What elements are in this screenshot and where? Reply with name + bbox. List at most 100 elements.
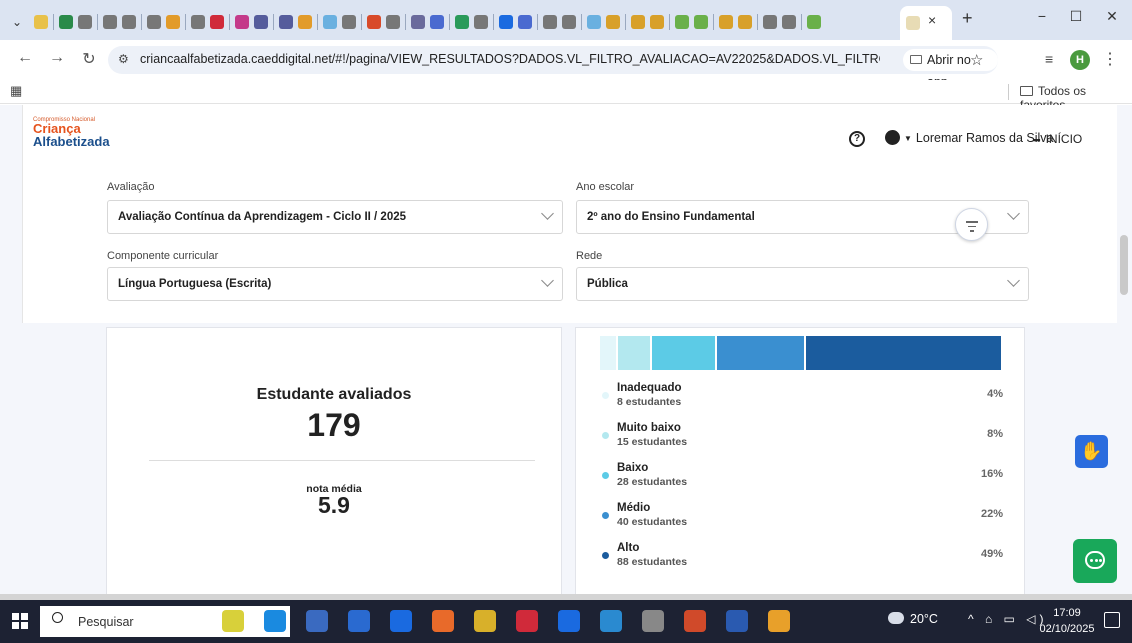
new-tab-button[interactable]: + bbox=[962, 8, 973, 29]
media-controls-icon[interactable]: ≡ bbox=[1045, 51, 1053, 67]
notifications-icon[interactable] bbox=[1104, 612, 1120, 628]
pinned-tab-favicon-icon[interactable] bbox=[543, 15, 557, 29]
sign-language-icon[interactable]: ✋ bbox=[1075, 435, 1108, 468]
pinned-tab-favicon-icon[interactable] bbox=[738, 15, 752, 29]
tab-separator bbox=[713, 14, 714, 30]
site-settings-icon[interactable]: ⚙ bbox=[118, 52, 129, 66]
maximize-button[interactable]: ☐ bbox=[1064, 8, 1088, 25]
home-link[interactable]: ▪▪▪ INÍCIO bbox=[1033, 132, 1082, 146]
taskbar-app-icon[interactable] bbox=[516, 610, 538, 632]
bookmark-star-icon[interactable]: ☆ bbox=[970, 51, 983, 69]
pinned-tab-favicon-icon[interactable] bbox=[650, 15, 664, 29]
level-count: 28 estudantes bbox=[617, 476, 688, 488]
pinned-tab-favicon-icon[interactable] bbox=[166, 15, 180, 29]
pinned-tab-favicon-icon[interactable] bbox=[430, 15, 444, 29]
profile-avatar[interactable]: H bbox=[1070, 50, 1090, 70]
pinned-tab-favicon-icon[interactable] bbox=[631, 15, 645, 29]
chevron-down-icon bbox=[541, 207, 554, 220]
taskbar-app-icon[interactable] bbox=[684, 610, 706, 632]
pinned-tab-favicon-icon[interactable] bbox=[518, 15, 532, 29]
pinned-tab-favicon-icon[interactable] bbox=[606, 15, 620, 29]
pinned-tab-favicon-icon[interactable] bbox=[411, 15, 425, 29]
pinned-tab-favicon-icon[interactable] bbox=[455, 15, 469, 29]
windows-start-icon[interactable] bbox=[12, 613, 28, 629]
pinned-tab-favicon-icon[interactable] bbox=[499, 15, 513, 29]
user-menu[interactable]: ▼ Loremar Ramos da Silva bbox=[885, 130, 1053, 145]
pinned-tab-favicon-icon[interactable] bbox=[78, 15, 92, 29]
distribution-segment[interactable] bbox=[600, 336, 616, 370]
pinned-tab-favicon-icon[interactable] bbox=[210, 15, 224, 29]
app-header: Compromisso Nacional Criança Alfabetizad… bbox=[22, 105, 1117, 173]
forward-arrow-icon[interactable]: → bbox=[46, 49, 68, 67]
page-scrollbar[interactable] bbox=[1120, 235, 1128, 295]
level-name: Muito baixo bbox=[617, 422, 681, 434]
rede-select[interactable]: Pública bbox=[576, 267, 1029, 301]
tab-search-chevron-icon[interactable]: ⌄ bbox=[6, 11, 28, 33]
taskbar-app-icon[interactable] bbox=[306, 610, 328, 632]
pinned-tab-favicon-icon[interactable] bbox=[474, 15, 488, 29]
clock[interactable]: 17:09 02/10/2025 bbox=[1038, 605, 1096, 637]
pinned-tab-favicon-icon[interactable] bbox=[367, 15, 381, 29]
evaluated-label: Estudante avaliados bbox=[256, 386, 412, 403]
chat-bubble-icon[interactable] bbox=[1073, 539, 1117, 583]
pinned-tab-favicon-icon[interactable] bbox=[782, 15, 796, 29]
pinned-tab-favicon-icon[interactable] bbox=[694, 15, 708, 29]
taskbar-app-icon[interactable] bbox=[768, 610, 790, 632]
pinned-tab-favicon-icon[interactable] bbox=[298, 15, 312, 29]
open-in-app-button[interactable]: Abrir no app bbox=[903, 49, 998, 89]
avaliacao-value: Avaliação Contínua da Aprendizagem - Cic… bbox=[118, 211, 406, 223]
url-text[interactable]: criancaalfabetizada.caeddigital.net/#!/p… bbox=[140, 52, 880, 66]
pinned-tab-favicon-icon[interactable] bbox=[254, 15, 268, 29]
pinned-tab-favicon-icon[interactable] bbox=[59, 15, 73, 29]
taskbar-app-icon[interactable] bbox=[432, 610, 454, 632]
taskbar-app-icon[interactable] bbox=[390, 610, 412, 632]
pinned-tab-favicon-icon[interactable] bbox=[147, 15, 161, 29]
distribution-segment[interactable] bbox=[806, 336, 1001, 370]
system-tray-icons[interactable]: ^ ⌂ ▭ ◁) bbox=[968, 612, 1047, 626]
pinned-tab-favicon-icon[interactable] bbox=[807, 15, 821, 29]
distribution-segment[interactable] bbox=[717, 336, 805, 370]
pinned-tab-favicon-icon[interactable] bbox=[279, 15, 293, 29]
pinned-tab-favicon-icon[interactable] bbox=[34, 15, 48, 29]
filter-icon[interactable] bbox=[955, 208, 988, 241]
logo[interactable]: Compromisso Nacional Criança Alfabetizad… bbox=[33, 117, 110, 148]
pinned-tab-favicon-icon[interactable] bbox=[323, 15, 337, 29]
pinned-tab-favicon-icon[interactable] bbox=[342, 15, 356, 29]
distribution-segment[interactable] bbox=[617, 336, 650, 370]
address-bar[interactable]: ⚙ criancaalfabetizada.caeddigital.net/#!… bbox=[108, 46, 998, 89]
pinned-tab-favicon-icon[interactable] bbox=[235, 15, 249, 29]
taskbar-app-icon[interactable] bbox=[264, 610, 286, 632]
browser-menu-icon[interactable]: ⋮ bbox=[1102, 49, 1118, 69]
close-tab-icon[interactable]: × bbox=[928, 12, 936, 28]
taskbar-search-input[interactable]: Pesquisar bbox=[40, 606, 290, 637]
taskbar-app-icon[interactable] bbox=[222, 610, 244, 632]
taskbar-app-icon[interactable] bbox=[474, 610, 496, 632]
componente-select[interactable]: Língua Portuguesa (Escrita) bbox=[107, 267, 563, 301]
pinned-tab-favicon-icon[interactable] bbox=[122, 15, 136, 29]
pinned-tab-favicon-icon[interactable] bbox=[386, 15, 400, 29]
taskbar-app-icon[interactable] bbox=[348, 610, 370, 632]
pinned-tab-favicon-icon[interactable] bbox=[562, 15, 576, 29]
question-circle-icon[interactable]: ? bbox=[849, 131, 865, 147]
taskbar-app-icon[interactable] bbox=[558, 610, 580, 632]
level-percent: 22% bbox=[980, 508, 1003, 520]
taskbar-app-icon[interactable] bbox=[726, 610, 748, 632]
taskbar-app-icon[interactable] bbox=[642, 610, 664, 632]
pinned-tab-favicon-icon[interactable] bbox=[587, 15, 601, 29]
reload-icon[interactable]: ↻ bbox=[78, 49, 100, 69]
taskbar-app-icon[interactable] bbox=[600, 610, 622, 632]
minimize-button[interactable]: − bbox=[1030, 8, 1054, 24]
distribution-segment[interactable] bbox=[651, 336, 716, 370]
pinned-tab-favicon-icon[interactable] bbox=[103, 15, 117, 29]
pinned-tab-favicon-icon[interactable] bbox=[719, 15, 733, 29]
apps-grid-icon[interactable]: ▦ bbox=[10, 83, 22, 99]
pinned-tab-favicon-icon[interactable] bbox=[763, 15, 777, 29]
evaluated-summary-card: Estudante avaliados 179 nota média 5.9 bbox=[106, 327, 562, 600]
weather-widget[interactable]: 20°C bbox=[888, 612, 938, 626]
active-tab[interactable]: × bbox=[900, 6, 952, 40]
back-arrow-icon[interactable]: ← bbox=[14, 49, 36, 67]
avaliacao-select[interactable]: Avaliação Contínua da Aprendizagem - Cic… bbox=[107, 200, 563, 234]
close-window-button[interactable]: ✕ bbox=[1100, 8, 1124, 25]
pinned-tab-favicon-icon[interactable] bbox=[675, 15, 689, 29]
pinned-tab-favicon-icon[interactable] bbox=[191, 15, 205, 29]
